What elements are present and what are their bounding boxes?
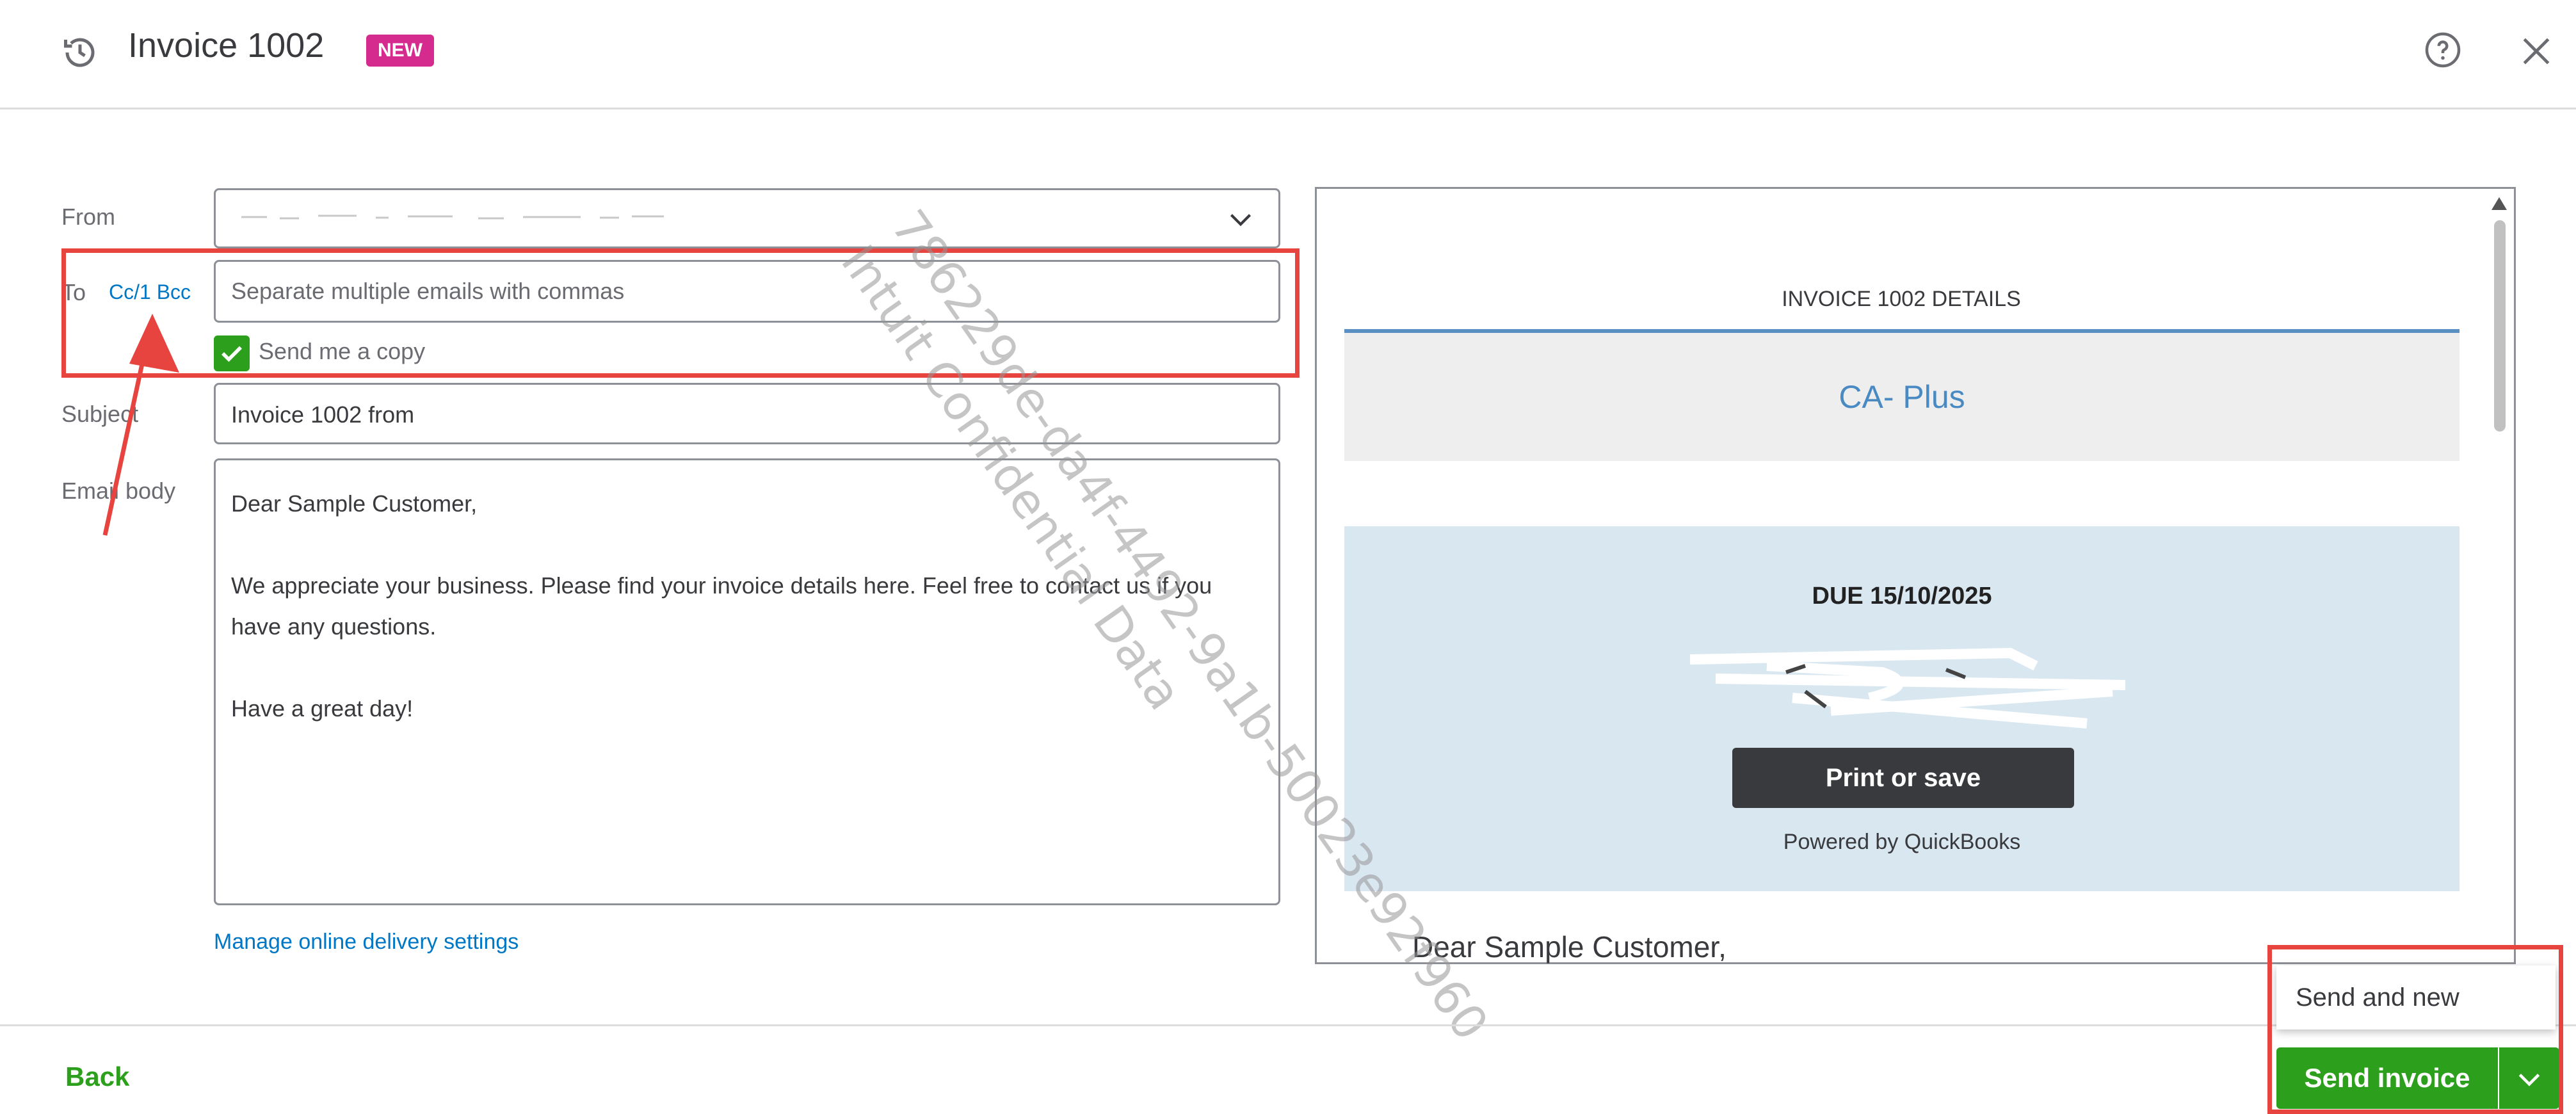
- annotation-arrow: [102, 314, 179, 536]
- preview-scrollbar[interactable]: [2485, 192, 2513, 960]
- highlight-box-to: [61, 248, 1300, 378]
- from-select[interactable]: [214, 188, 1280, 248]
- back-button[interactable]: Back: [65, 1062, 129, 1092]
- close-icon[interactable]: [2516, 31, 2557, 72]
- body-line: Have a great day!: [231, 695, 414, 722]
- footer-divider: [0, 1024, 2576, 1026]
- subject-value: Invoice 1002 from: [231, 401, 415, 428]
- history-icon[interactable]: [61, 33, 99, 72]
- from-label: From: [61, 204, 115, 230]
- subject-input[interactable]: Invoice 1002 from: [214, 383, 1280, 444]
- page-title: Invoice 1002: [128, 26, 325, 65]
- email-body-textarea[interactable]: Dear Sample Customer, We appreciate your…: [214, 458, 1280, 905]
- highlight-box-send: [2267, 945, 2563, 1114]
- redacted-amount: [1689, 647, 2126, 729]
- print-or-save-button[interactable]: Print or save: [1732, 748, 2074, 808]
- preview-greeting: Dear Sample Customer,: [1412, 930, 1727, 964]
- manage-delivery-link[interactable]: Manage online delivery settings: [214, 930, 519, 955]
- preview-heading: INVOICE 1002 DETAILS: [1782, 287, 2021, 311]
- help-icon[interactable]: [2424, 31, 2462, 69]
- chevron-down-icon: [1230, 214, 1252, 227]
- preview-due-date: DUE 15/10/2025: [1812, 583, 1992, 609]
- powered-by-text: Powered by QuickBooks: [1783, 830, 2021, 854]
- redacted-sender: [241, 214, 664, 220]
- new-badge: NEW: [366, 35, 434, 67]
- body-line: Dear Sample Customer,: [231, 490, 478, 517]
- body-line: We appreciate your business. Please find…: [231, 572, 1212, 640]
- preview-company-name: CA- Plus: [1344, 333, 2459, 461]
